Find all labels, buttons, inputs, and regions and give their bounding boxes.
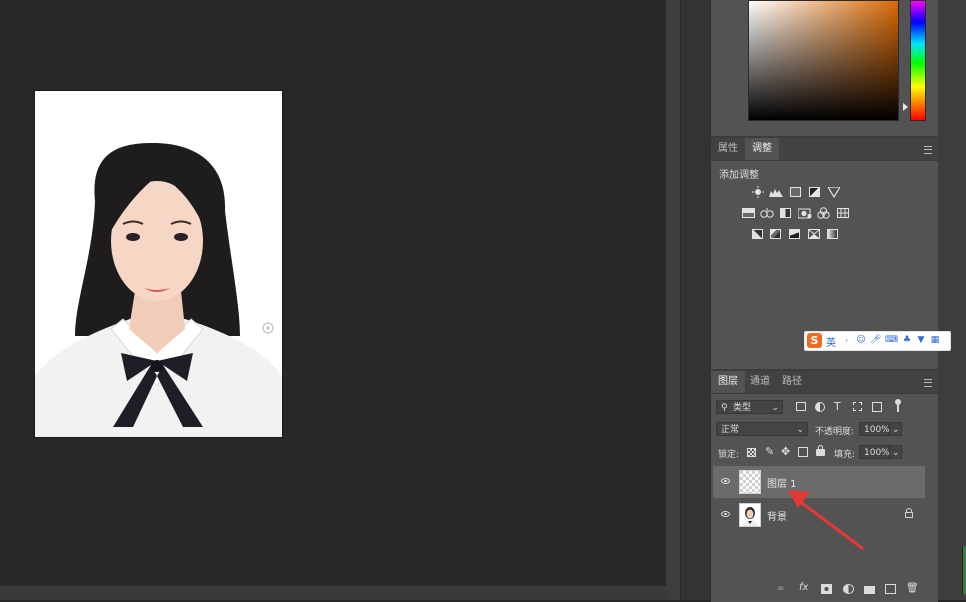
layer-thumbnail-portrait [739, 503, 761, 527]
keyboard-icon[interactable]: ⌨ [885, 335, 898, 346]
blend-mode-value: 正常 [721, 425, 740, 435]
toolbox-icon[interactable]: ♣ [902, 335, 912, 346]
right-panel-edge [938, 0, 966, 600]
delete-layer-trash-icon[interactable]: 🗑︎ [906, 583, 919, 594]
opacity-label: 不透明度: [815, 427, 855, 437]
filter-type-icon[interactable]: T [834, 400, 841, 413]
fill-value: 100% [864, 448, 890, 458]
layer-filter-select[interactable]: 类型 ⚲ ⌄ [716, 400, 783, 414]
filter-pixel-icon[interactable] [796, 402, 806, 411]
lock-label: 锁定: [718, 450, 740, 460]
grid-menu-icon[interactable]: ▦ [930, 335, 940, 346]
selective-color-icon[interactable] [808, 229, 820, 239]
tab-properties[interactable]: 属性 [711, 138, 745, 160]
ime-toolbar[interactable]: S 英 ⸴ ☺ 🎤︎ ⌨ ♣ ▼ ▦ [804, 331, 951, 351]
blend-mode-select[interactable]: 正常 ⌄ [716, 422, 808, 436]
black-white-icon[interactable] [780, 208, 791, 218]
skin-shirt-icon[interactable]: ▼ [916, 335, 926, 346]
posterize-icon[interactable] [770, 229, 781, 239]
color-lookup-icon[interactable] [837, 208, 849, 218]
lock-position-icon[interactable]: ✥ [781, 445, 790, 458]
edge-widget [962, 546, 966, 594]
layer-filter-value: 类型 [733, 403, 752, 413]
visibility-eye-icon[interactable] [721, 511, 730, 517]
levels-icon[interactable] [769, 187, 783, 197]
fill-dropdown[interactable]: ⌄ [889, 445, 902, 459]
color-balance-icon[interactable] [760, 208, 774, 218]
punctuation-icon[interactable]: ⸴ [842, 335, 852, 346]
lock-all-icon[interactable] [816, 449, 825, 456]
ime-mode-label[interactable]: 英 [826, 334, 836, 349]
exposure-icon[interactable] [809, 187, 820, 197]
opacity-value: 100% [864, 425, 890, 435]
chevron-down-icon: ⌄ [771, 403, 779, 413]
filter-adjustment-icon[interactable] [815, 402, 825, 412]
hue-saturation-icon[interactable] [742, 208, 755, 218]
document-photo[interactable] [35, 91, 282, 437]
emoji-icon[interactable]: ☺ [856, 335, 866, 346]
link-layers-icon[interactable]: ∞ [777, 584, 785, 594]
add-mask-icon[interactable] [821, 584, 832, 594]
new-adjustment-layer-icon[interactable] [843, 584, 854, 594]
lock-transparency-icon[interactable] [747, 448, 756, 457]
microphone-icon[interactable]: 🎤︎ [870, 335, 881, 346]
hue-slider[interactable] [910, 0, 926, 121]
search-icon: ⚲ [721, 403, 728, 413]
canvas-vertical-scrollbar[interactable] [666, 0, 680, 600]
portrait-image [35, 91, 282, 437]
tab-adjustments[interactable]: 调整 [745, 138, 779, 160]
lock-artboard-icon[interactable] [798, 447, 808, 457]
fill-label: 填充: [834, 450, 856, 460]
panel-menu-icon[interactable] [924, 379, 932, 387]
tab-paths[interactable]: 路径 [775, 371, 809, 393]
filter-toggle-stem [897, 405, 899, 412]
horizontal-scrollbar[interactable] [0, 586, 666, 600]
opacity-input[interactable]: 100% [859, 422, 890, 436]
tab-layers[interactable]: 图层 [711, 371, 745, 393]
adjustments-tabbar: 属性 调整 [711, 138, 938, 161]
tab-channels[interactable]: 通道 [743, 371, 777, 393]
channel-mixer-icon[interactable] [817, 207, 830, 219]
opacity-dropdown[interactable]: ⌄ [889, 422, 902, 436]
ime-logo[interactable]: S [807, 333, 822, 348]
lock-all-shackle [818, 445, 823, 450]
chevron-down-icon: ⌄ [892, 425, 900, 435]
layer-style-fx-icon[interactable]: fx [799, 582, 808, 593]
lock-icon-shackle [906, 508, 912, 513]
chevron-down-icon: ⌄ [892, 448, 900, 458]
chevron-down-icon: ⌄ [796, 425, 804, 435]
vibrance-icon[interactable] [826, 186, 842, 199]
gradient-map-icon[interactable] [827, 229, 838, 239]
panel-menu-icon[interactable] [924, 146, 932, 154]
new-group-folder-icon[interactable] [864, 586, 875, 594]
layers-tabbar: 图层 通道 路径 [711, 371, 938, 394]
layer-thumbnail-transparent [739, 470, 761, 494]
photo-filter-icon[interactable] [797, 207, 812, 219]
color-saturation-field[interactable] [748, 0, 899, 121]
invert-icon[interactable] [752, 229, 763, 239]
filter-smart-object-icon[interactable] [872, 402, 882, 412]
curves-icon[interactable] [790, 187, 801, 197]
brightness-contrast-icon[interactable] [752, 186, 764, 198]
new-layer-icon[interactable] [885, 584, 896, 594]
add-adjustment-heading: 添加调整 [719, 170, 759, 181]
annotation-arrow-icon [788, 490, 864, 550]
collapsed-panel-dock [680, 0, 711, 600]
lock-brush-icon[interactable]: ✎ [765, 445, 774, 458]
filter-shape-icon[interactable] [853, 402, 862, 411]
fill-input[interactable]: 100% [859, 445, 890, 459]
threshold-icon[interactable] [789, 229, 800, 239]
visibility-eye-icon[interactable] [721, 478, 730, 484]
hue-slider-marker-icon[interactable] [903, 103, 908, 111]
